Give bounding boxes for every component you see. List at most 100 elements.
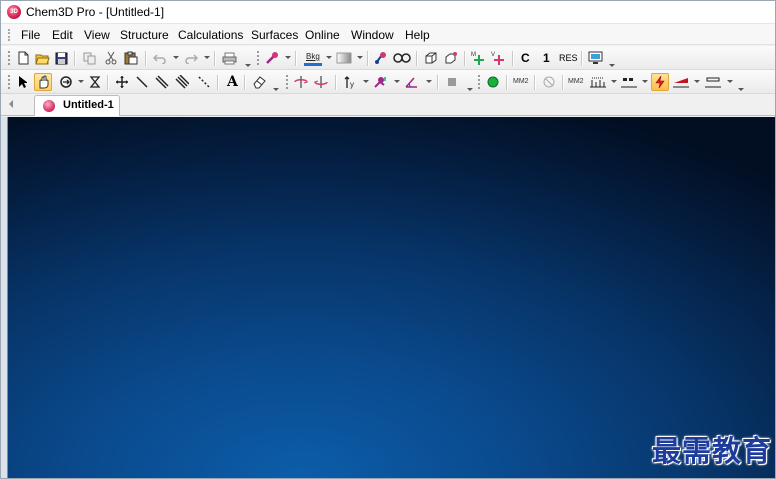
bond-color-icon[interactable]	[263, 49, 281, 67]
menu-help[interactable]: Help	[404, 27, 431, 43]
menu-edit[interactable]: Edit	[51, 27, 74, 43]
angle-icon[interactable]	[403, 73, 421, 91]
stereo-view-icon[interactable]	[373, 49, 391, 67]
toolbar-separator	[145, 51, 146, 66]
paste-icon[interactable]	[122, 49, 140, 67]
undo-dropdown-icon[interactable]	[173, 56, 179, 59]
zoom-icon[interactable]	[86, 73, 104, 91]
toolbar-grip-icon[interactable]	[8, 51, 11, 65]
document-icon	[43, 100, 55, 112]
surface-resolution-dropdown-icon[interactable]	[694, 80, 700, 83]
rotate-axis-dropdown-icon[interactable]	[363, 80, 369, 83]
rotate-axis-icon[interactable]: y	[342, 73, 360, 91]
background-dropdown-icon[interactable]	[326, 56, 332, 59]
chem3d-app-icon[interactable]: 3D	[7, 5, 21, 19]
move-hand-icon[interactable]	[34, 73, 52, 91]
ruler-dropdown-icon[interactable]	[611, 80, 617, 83]
box-model-icon[interactable]	[422, 49, 440, 67]
copy-icon[interactable]	[80, 49, 98, 67]
toolbar-separator	[367, 51, 368, 66]
gradient-dropdown-icon[interactable]	[357, 56, 363, 59]
toolbar-overflow-icon[interactable]	[272, 76, 280, 92]
menu-file[interactable]: File	[20, 27, 41, 43]
toolbar-overflow-icon[interactable]	[244, 52, 252, 68]
lightning-icon[interactable]	[651, 73, 669, 91]
background-gradient-icon[interactable]	[335, 49, 353, 67]
window-title: Chem3D Pro - [Untitled-1]	[26, 5, 165, 19]
surface-resolution-icon[interactable]	[672, 73, 690, 91]
add-h-icon[interactable]: M	[470, 49, 488, 67]
toolbar-separator	[416, 51, 417, 66]
cube-model-icon[interactable]	[442, 49, 460, 67]
mm2-minimize-button[interactable]: MM2	[513, 73, 529, 91]
stop-icon[interactable]	[443, 73, 461, 91]
dummy-bond-icon[interactable]	[195, 73, 213, 91]
dihedral-dropdown-icon[interactable]	[394, 80, 400, 83]
menu-online[interactable]: Online	[304, 27, 341, 43]
bond-color-dropdown-icon[interactable]	[285, 56, 291, 59]
redo-dropdown-icon[interactable]	[204, 56, 210, 59]
go-icon[interactable]	[484, 73, 502, 91]
toolbar-overflow-icon[interactable]	[737, 76, 745, 92]
toolbar-separator	[512, 51, 513, 66]
toolbar-grip-icon[interactable]	[8, 75, 11, 89]
print-icon[interactable]	[220, 49, 238, 67]
surface-grid-dropdown-icon[interactable]	[727, 80, 733, 83]
cut-icon[interactable]	[102, 49, 120, 67]
stereo-glasses-icon[interactable]	[393, 49, 411, 67]
carbon-button[interactable]: C	[521, 49, 530, 67]
open-folder-icon[interactable]	[33, 49, 51, 67]
toolbar-grip-icon[interactable]	[478, 75, 481, 89]
select-arrow-icon[interactable]	[13, 73, 31, 91]
toolbar-grip-icon[interactable]	[286, 75, 289, 89]
main-toolbar: Bkg M V C 1 RES	[1, 46, 775, 70]
background-color-button[interactable]: Bkg	[302, 49, 324, 67]
new-file-icon[interactable]	[14, 49, 32, 67]
toolbar-overflow-icon[interactable]	[608, 52, 616, 68]
menu-calculations[interactable]: Calculations	[177, 27, 244, 43]
menu-surfaces[interactable]: Surfaces	[250, 27, 299, 43]
svg-text:M: M	[471, 52, 476, 58]
ruler-icon[interactable]	[589, 73, 607, 91]
tab-scroll-left-icon[interactable]	[9, 100, 13, 108]
distance-dropdown-icon[interactable]	[642, 80, 648, 83]
surface-grid-icon[interactable]	[704, 73, 722, 91]
single-bond-icon[interactable]	[133, 73, 151, 91]
menu-structure[interactable]: Structure	[119, 27, 170, 43]
watermark-text: 最需教育	[652, 434, 773, 468]
double-bond-icon[interactable]	[153, 73, 171, 91]
toolbar-grip-icon[interactable]	[257, 51, 260, 65]
distance-icon[interactable]	[620, 73, 638, 91]
mm2-dynamics-button[interactable]: MM2	[568, 73, 584, 91]
rotate-dropdown-icon[interactable]	[78, 80, 84, 83]
toolbar-separator	[464, 51, 465, 66]
document-tab-bar: Untitled-1	[1, 94, 775, 116]
redo-icon[interactable]	[182, 49, 200, 67]
monitor-icon[interactable]	[586, 49, 604, 67]
triple-bond-icon[interactable]	[173, 73, 191, 91]
menu-grip-icon[interactable]	[8, 29, 10, 41]
residue-button[interactable]: RES	[559, 49, 578, 67]
svg-text:y: y	[350, 80, 354, 89]
tab-untitled-1[interactable]: Untitled-1	[34, 95, 120, 116]
undo-icon[interactable]	[151, 49, 169, 67]
menu-window[interactable]: Window	[350, 27, 395, 43]
translate-icon[interactable]	[113, 73, 131, 91]
angle-dropdown-icon[interactable]	[426, 80, 432, 83]
rotate-x-icon[interactable]	[292, 73, 310, 91]
clean-up-icon[interactable]	[540, 73, 558, 91]
save-icon[interactable]	[52, 49, 70, 67]
eraser-icon[interactable]	[250, 73, 268, 91]
add-v-icon[interactable]: V	[490, 49, 508, 67]
text-tool-button[interactable]: A	[227, 73, 238, 91]
toolbar-separator	[244, 75, 245, 90]
serial-number-button[interactable]: 1	[543, 49, 550, 67]
toolbar-separator	[335, 75, 336, 90]
toolbar-overflow-icon[interactable]	[466, 76, 474, 92]
dihedral-icon[interactable]	[372, 73, 390, 91]
menu-view[interactable]: View	[83, 27, 111, 43]
model-canvas[interactable]	[7, 117, 775, 478]
rotate-icon[interactable]	[57, 73, 75, 91]
rotate-y-icon[interactable]	[312, 73, 330, 91]
building-toolbar: A y MM2 MM2	[1, 70, 775, 94]
